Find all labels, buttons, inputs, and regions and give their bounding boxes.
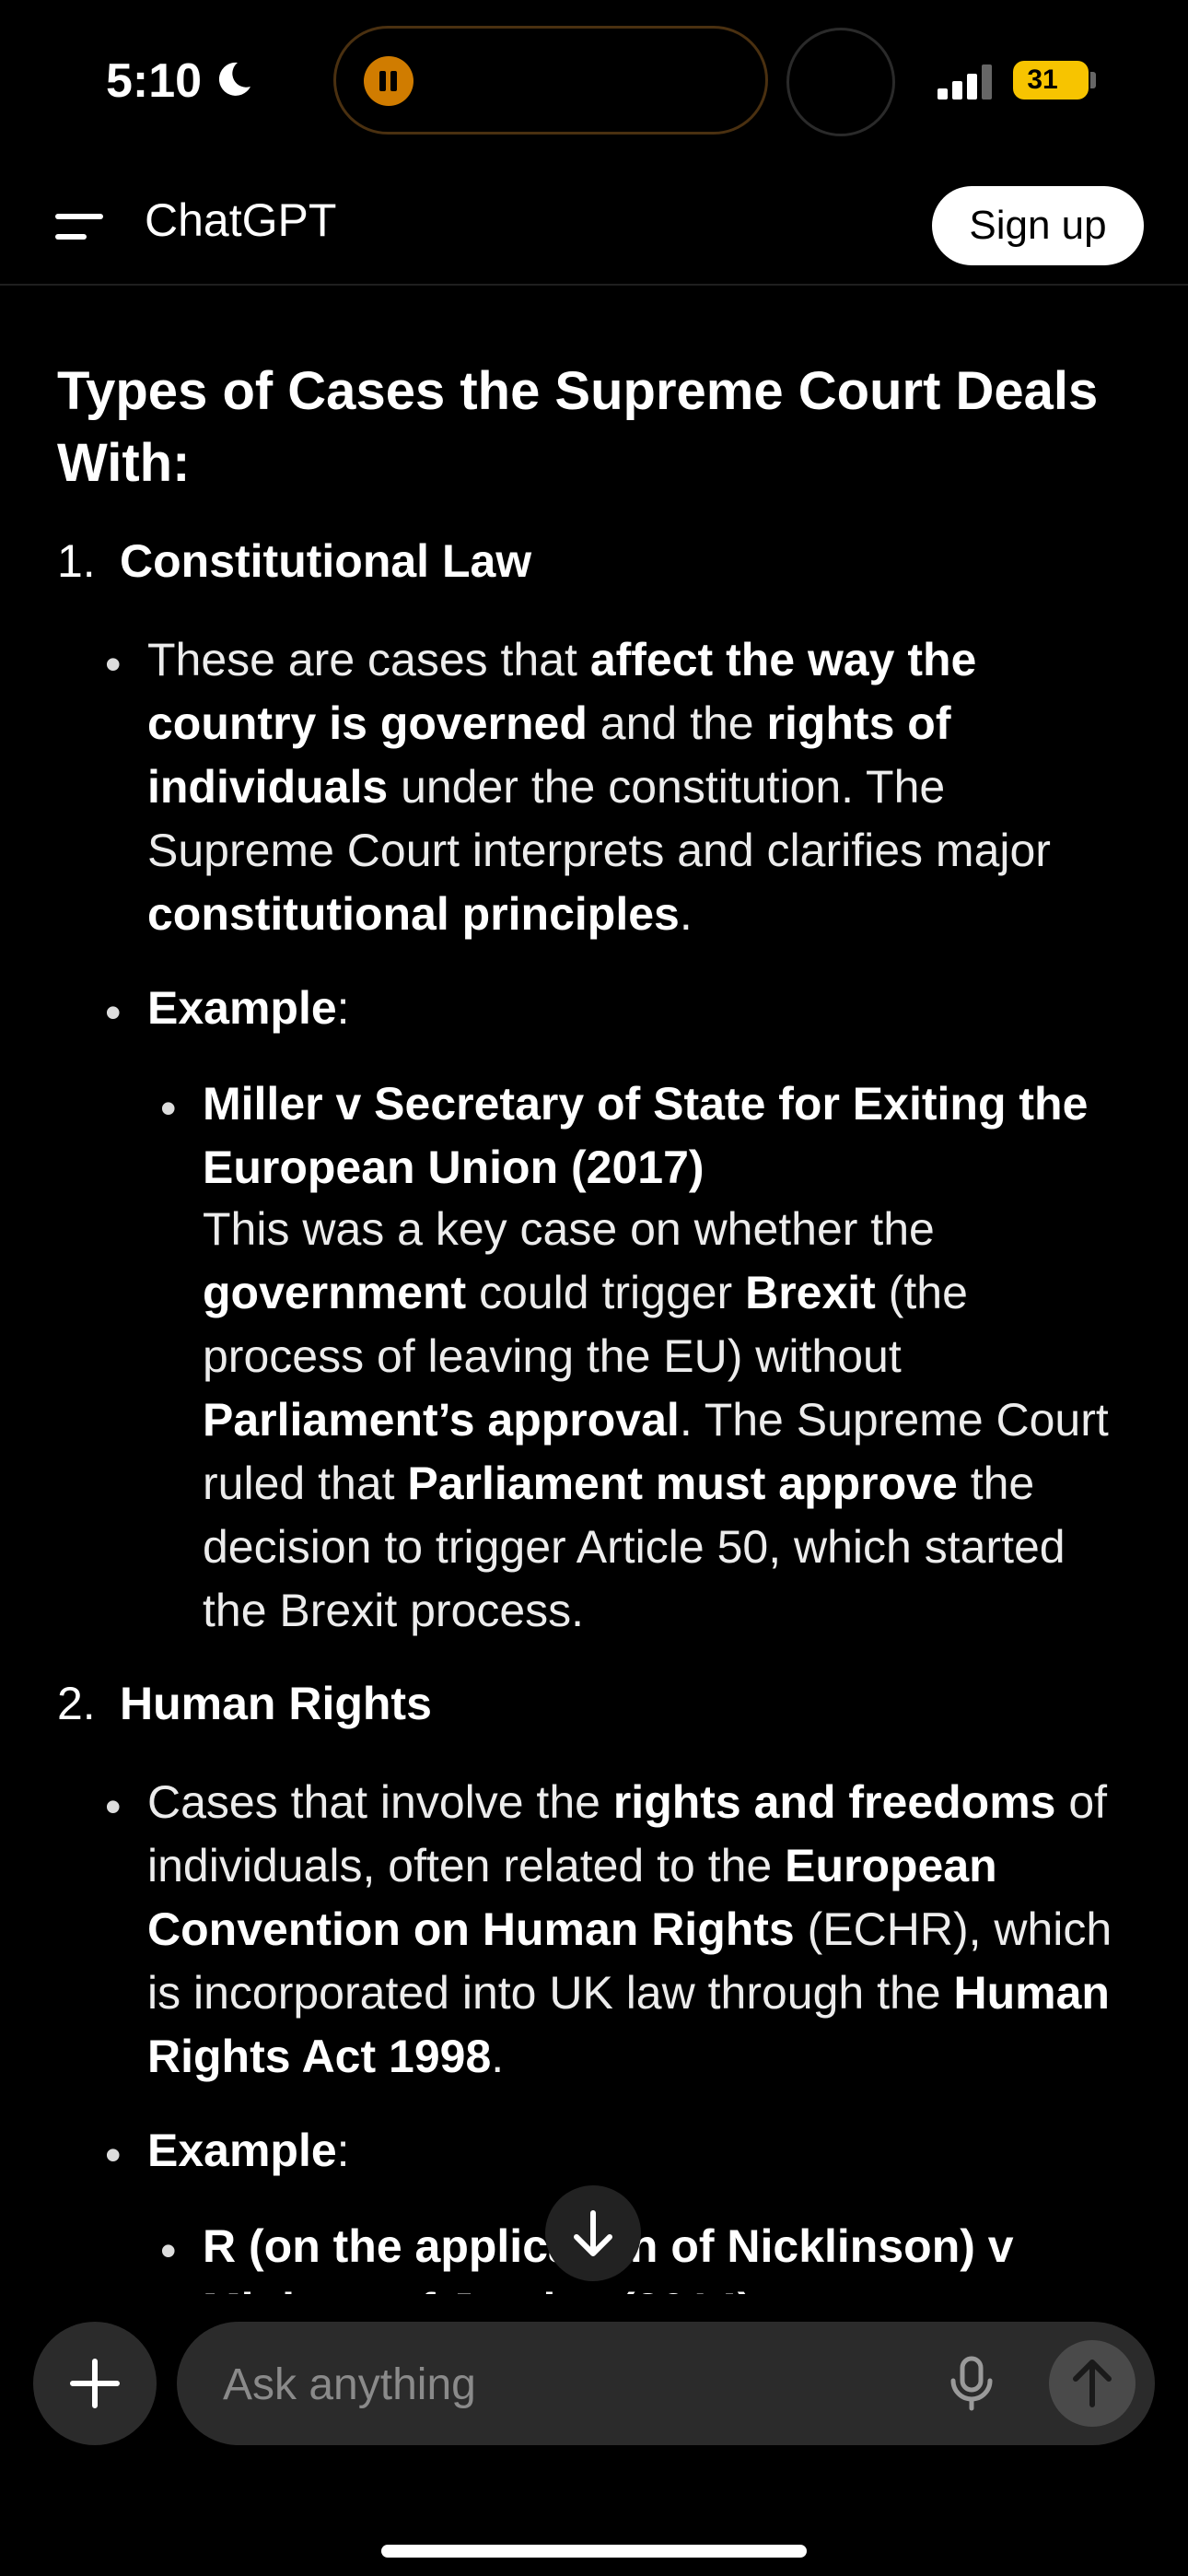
plus-icon <box>70 2359 120 2408</box>
status-bar: 5:10 31 <box>0 0 1188 166</box>
pause-icon <box>364 56 413 106</box>
section-title: Human Rights <box>120 1678 432 1729</box>
bullet-dot: • <box>105 638 122 690</box>
menu-icon[interactable] <box>55 208 111 245</box>
message-input-container <box>177 2322 1155 2445</box>
example-label: Example: <box>147 982 350 1034</box>
app-header: ChatGPT Sign up <box>0 166 1188 286</box>
add-attachment-button[interactable] <box>33 2322 157 2445</box>
battery-tip <box>1090 72 1096 88</box>
battery-icon: 31 <box>1013 61 1089 100</box>
bullet-dot: • <box>105 987 122 1038</box>
bullet-dot: • <box>105 1781 122 1832</box>
cellular-signal-icon <box>938 63 996 100</box>
message-heading: Types of Cases the Supreme Court Deals W… <box>57 361 1099 493</box>
chat-message: Types of Cases the Supreme Court Deals W… <box>0 286 1188 2294</box>
dynamic-island[interactable] <box>333 26 768 135</box>
moon-icon <box>218 62 250 96</box>
bullet-dot: • <box>105 2129 122 2181</box>
composer-bar <box>0 2294 1188 2576</box>
app-title: ChatGPT <box>145 194 337 246</box>
scroll-down-button[interactable] <box>545 2185 641 2281</box>
arrow-up-icon <box>1073 2359 1112 2407</box>
send-button[interactable] <box>1049 2340 1136 2427</box>
arrow-down-icon <box>574 2210 612 2256</box>
section-number: 1. <box>57 535 96 587</box>
home-indicator[interactable] <box>381 2545 807 2558</box>
bullet-dot: • <box>160 2225 177 2277</box>
section-title: Constitutional Law <box>120 535 532 587</box>
section-number: 2. <box>57 1678 96 1729</box>
section-description: These are cases that affect the way the … <box>147 634 1051 940</box>
camera-cutout <box>786 28 895 136</box>
example-label: Example: <box>147 2125 350 2176</box>
status-time: 5:10 <box>106 54 203 108</box>
bullet-dot: • <box>160 1083 177 1134</box>
battery-level: 31 <box>1027 64 1058 95</box>
case-description: This was a key case on whether the gover… <box>203 1203 1109 1636</box>
case-title: R (on the application of Nicklinson) v M… <box>203 2220 1014 2294</box>
section-description: Cases that involve the rights and freedo… <box>147 1776 1112 2082</box>
sign-up-button[interactable]: Sign up <box>932 186 1144 265</box>
case-title: Miller v Secretary of State for Exiting … <box>203 1078 1089 1193</box>
microphone-icon[interactable] <box>941 2353 1002 2414</box>
message-input[interactable] <box>221 2351 906 2418</box>
